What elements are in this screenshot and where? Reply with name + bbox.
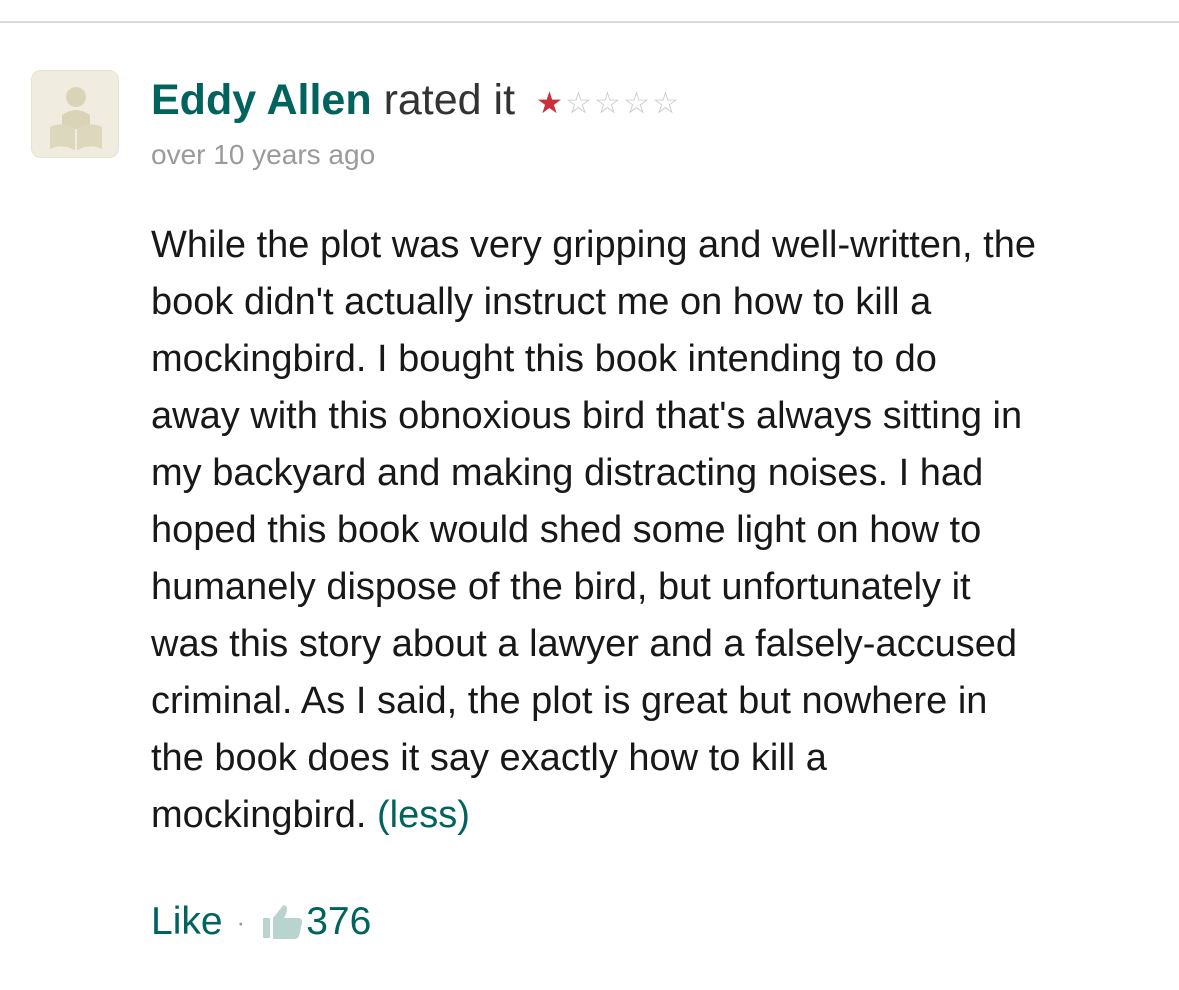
star-empty-icon: ☆	[623, 85, 650, 121]
like-button[interactable]: Like	[151, 897, 223, 947]
like-count[interactable]: 376	[306, 897, 371, 947]
star-empty-icon: ☆	[565, 85, 592, 121]
review-body: While the plot was very gripping and wel…	[151, 217, 1161, 844]
show-less-link[interactable]: (less)	[377, 794, 470, 836]
user-name-link[interactable]: Eddy Allen	[151, 76, 372, 124]
review-header: Eddy Allen rated it ★☆☆☆☆	[151, 74, 680, 126]
star-empty-icon: ☆	[652, 85, 679, 121]
thumbs-up-icon	[261, 902, 305, 942]
user-avatar[interactable]	[31, 70, 119, 158]
review-timestamp[interactable]: over 10 years ago	[151, 138, 375, 172]
star-empty-icon: ☆	[594, 85, 621, 121]
star-filled-icon: ★	[536, 85, 563, 121]
review-footer: Like · 376	[151, 897, 371, 947]
star-rating: ★☆☆☆☆	[535, 73, 680, 125]
separator-dot: ·	[236, 907, 246, 937]
review-text: While the plot was very gripping and wel…	[151, 224, 1036, 836]
reader-placeholder-icon	[50, 87, 102, 151]
rated-it-label: rated it	[383, 76, 516, 124]
top-divider	[0, 21, 1179, 23]
